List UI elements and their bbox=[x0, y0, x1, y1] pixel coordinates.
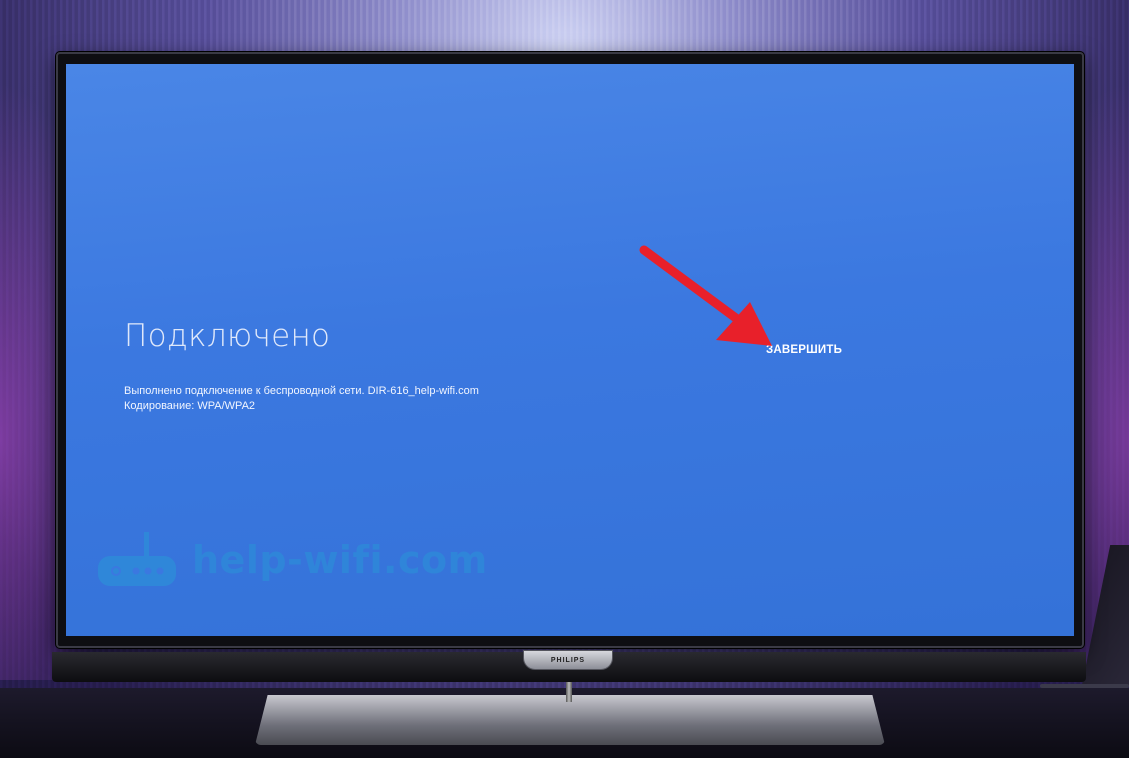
tv-stand bbox=[255, 695, 885, 745]
tv-screen: Подключено Выполнено подключение к беспр… bbox=[66, 64, 1074, 636]
watermark-text: help-wifi.com bbox=[192, 538, 488, 582]
encryption-description: Кодирование: WPA/WPA2 bbox=[124, 400, 256, 412]
router-icon bbox=[98, 532, 176, 586]
arrow-icon bbox=[639, 245, 772, 346]
tv-brand-label: PHILIPS bbox=[550, 656, 586, 664]
connection-description: Выполнено подключение к беспроводной сет… bbox=[124, 385, 479, 397]
tv-brand-plate: PHILIPS bbox=[523, 650, 613, 670]
watermark: help-wifi.com bbox=[96, 530, 488, 590]
cable bbox=[1040, 684, 1129, 688]
page-title: Подключено bbox=[124, 318, 331, 354]
